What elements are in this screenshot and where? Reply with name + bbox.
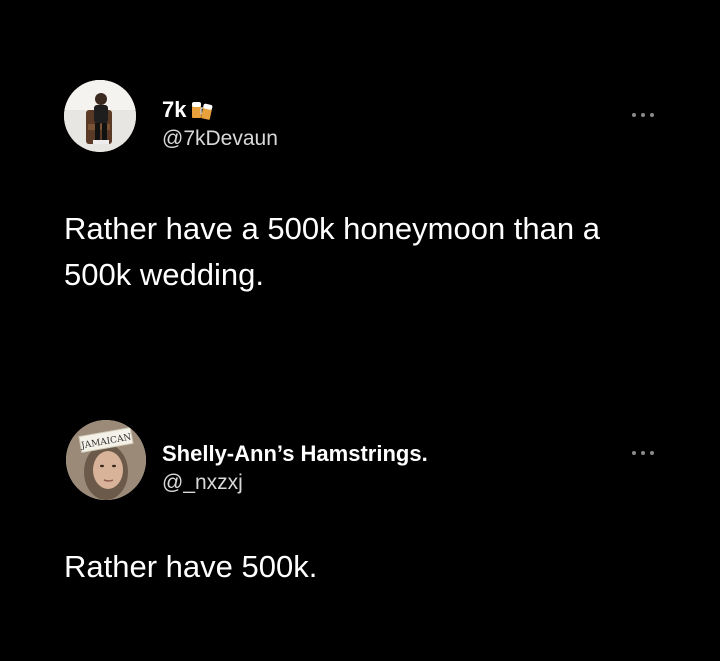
face-with-jamaican-sign-avatar-icon: JAMAICAN (66, 420, 146, 500)
user-handle[interactable]: @7kDevaun (162, 127, 278, 151)
dot (650, 451, 654, 455)
beer-mugs-icon (190, 99, 214, 121)
user-info: Shelly-Ann’s Hamstrings. @_nxzxj (162, 442, 428, 495)
display-name-text: 7k (162, 97, 187, 122)
dot (632, 113, 636, 117)
tweet-text: Rather have 500k. (64, 549, 318, 584)
dot (632, 451, 636, 455)
avatar[interactable]: JAMAICAN (66, 420, 146, 500)
more-options-icon[interactable] (632, 112, 654, 118)
user-handle[interactable]: @_nxzxj (162, 471, 428, 495)
dot (641, 113, 645, 117)
display-name[interactable]: Shelly-Ann’s Hamstrings. (162, 442, 428, 466)
dot (641, 451, 645, 455)
person-seated-avatar-icon (64, 80, 136, 152)
more-options-icon[interactable] (632, 450, 654, 456)
avatar[interactable] (64, 80, 136, 152)
dot (650, 113, 654, 117)
display-name-text: Shelly-Ann’s Hamstrings. (162, 441, 428, 466)
display-name[interactable]: 7k (162, 98, 214, 122)
tweet-text: Rather have a 500k honeymoon than a 500k… (64, 211, 600, 292)
user-info: 7k @7kDevaun (162, 98, 278, 151)
